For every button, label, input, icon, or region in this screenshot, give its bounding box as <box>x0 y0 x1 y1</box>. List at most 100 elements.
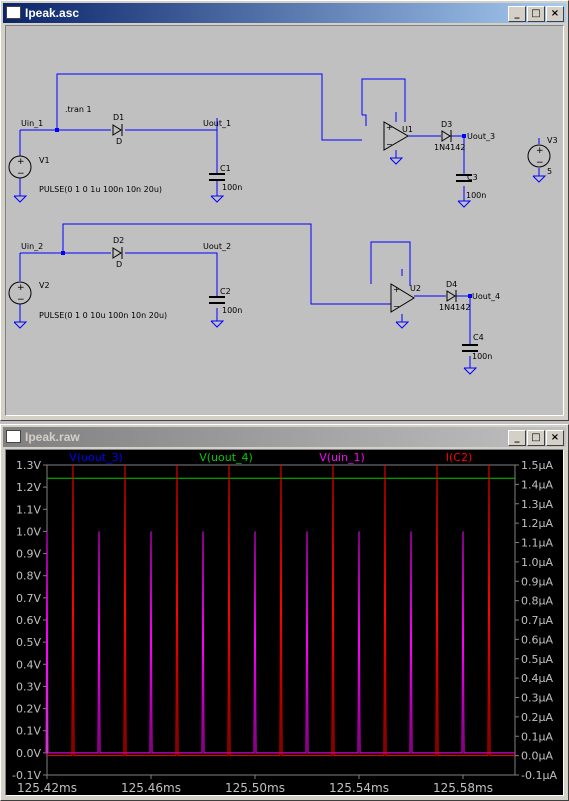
net-label-uout2: Uout_2 <box>203 242 231 251</box>
junction-dot <box>61 251 65 255</box>
left-tick-label: 0.2V <box>16 703 41 716</box>
maximize-button[interactable]: □ <box>527 430 545 446</box>
left-tick-label: 1.1V <box>16 503 41 516</box>
right-tick-label: 0.9µA <box>521 575 553 588</box>
label-d4: D4 <box>446 280 457 289</box>
label-d1: D1 <box>113 113 124 122</box>
waveform-plot-area[interactable]: V(uout_3) V(uout_4) V(uin_1) I(C2) 1.3V 1.2V 1… <box>5 449 564 796</box>
x-tick-label: 125.42ms <box>17 781 77 795</box>
capacitor-c4[interactable] <box>462 344 478 352</box>
net-label-uout4: Uout_4 <box>472 292 500 301</box>
ground-symbol <box>210 195 225 203</box>
trace-label: I(C2) <box>446 451 473 464</box>
waveform-file-icon <box>6 430 21 443</box>
left-tick-label: 0.8V <box>16 570 41 583</box>
junction-dot <box>462 134 466 138</box>
ground-symbol <box>532 175 547 183</box>
tran-directive[interactable]: .tran 1 <box>65 105 92 114</box>
trace-label: V(uout_3) <box>69 451 123 464</box>
wire <box>451 135 465 174</box>
net-label-uout3: Uout_3 <box>467 132 495 141</box>
schematic-file-icon <box>6 6 21 19</box>
label-v3: V3 <box>547 136 558 145</box>
waveform-title: Ipeak.raw <box>25 430 80 444</box>
right-tick-label: 0.2µA <box>521 711 553 724</box>
label-d4-model: 1N4142 <box>439 303 470 312</box>
x-tick-label: 125.58ms <box>433 781 493 795</box>
right-tick-label: 0.4µA <box>521 672 553 685</box>
right-tick-label: 1.0µA <box>521 556 553 569</box>
right-tick-label: 0.1µA <box>521 730 553 743</box>
label-pulse2: PULSE(0 1 0 10u 100n 10n 20u) <box>39 311 167 320</box>
close-button[interactable]: × <box>546 430 564 446</box>
schematic-window: Ipeak.asc _ □ × + − + − + − + − + − Uin_… <box>0 0 569 421</box>
diode-d1[interactable] <box>112 124 123 136</box>
waveform-chart: V(uout_3) V(uout_4) V(uin_1) I(C2) 1.3V 1.2V 1… <box>12 451 557 795</box>
junction-dot <box>55 128 59 132</box>
diode-d4[interactable] <box>446 290 457 302</box>
right-tick-label: 0.6µA <box>521 633 553 646</box>
schematic-titlebar[interactable]: Ipeak.asc _ □ × <box>3 3 566 23</box>
svg-text:−: − <box>393 302 400 311</box>
net-label-uin2: Uin_2 <box>21 242 43 251</box>
minimize-button[interactable]: _ <box>508 6 526 22</box>
ground-symbol <box>13 321 28 329</box>
schematic-svg: +− +− +− +− +− Uin_1 Uout_1 .tran 1 D1 D… <box>8 73 558 375</box>
wire <box>370 241 411 286</box>
close-button[interactable]: × <box>546 6 564 22</box>
left-tick-label: 1.3V <box>16 459 41 472</box>
schematic-title: Ipeak.asc <box>25 6 80 20</box>
right-tick-label: 0.7µA <box>521 614 553 627</box>
voltage-source-v1[interactable]: +− <box>8 155 32 179</box>
left-tick-label: 0.9V <box>16 548 41 561</box>
right-tick-label: 1.5µA <box>521 459 553 472</box>
x-tick-label: 125.46ms <box>121 781 181 795</box>
capacitor-c1[interactable] <box>209 173 225 181</box>
diode-d3[interactable] <box>441 130 452 142</box>
voltage-source-v3[interactable]: +− <box>527 144 551 168</box>
right-tick-label: 1.1µA <box>521 537 553 550</box>
trace-label: V(uout_4) <box>199 451 253 464</box>
left-tick-label: 0.6V <box>16 614 41 627</box>
label-pulse1: PULSE(0 1 0 1u 100n 10n 20u) <box>39 185 162 194</box>
ground-symbol <box>463 367 478 375</box>
label-c2-value: 100n <box>222 306 242 315</box>
waveform-titlebar[interactable]: Ipeak.raw _ □ × <box>3 427 566 447</box>
label-d3-model: 1N4142 <box>434 143 465 152</box>
diode-d2[interactable] <box>112 247 123 259</box>
label-v1: V1 <box>39 156 50 165</box>
svg-text:−: − <box>17 295 25 305</box>
voltage-source-v2[interactable]: +− <box>8 281 32 305</box>
label-u1: U1 <box>402 125 413 134</box>
maximize-button[interactable]: □ <box>527 6 545 22</box>
left-tick-label: 1.2V <box>16 481 41 494</box>
label-v2: V2 <box>39 281 50 290</box>
svg-text:+: + <box>386 123 393 132</box>
right-tick-label: 1.3µA <box>521 498 553 511</box>
label-d2-model: D <box>116 260 122 269</box>
x-tick-label: 125.50ms <box>225 781 285 795</box>
ground-symbol <box>457 200 472 208</box>
right-tick-label: 1.2µA <box>521 517 553 530</box>
svg-text:+: + <box>17 157 25 167</box>
schematic-canvas[interactable]: + − + − + − + − + − Uin_1 Uout_1 .tran 1… <box>5 25 564 416</box>
label-u2: U2 <box>410 284 421 293</box>
label-c1: C1 <box>220 164 231 173</box>
minimize-button[interactable]: _ <box>508 430 526 446</box>
net-label-uin1: Uin_1 <box>21 119 43 128</box>
wire <box>125 129 218 174</box>
ground-symbol <box>395 321 410 329</box>
right-tick-label: 1.4µA <box>521 478 553 491</box>
right-tick-label: 0.8µA <box>521 595 553 608</box>
left-tick-label: 0.4V <box>16 658 41 671</box>
left-tick-label: 0.1V <box>16 725 41 738</box>
capacitor-c2[interactable] <box>209 296 225 304</box>
series-pulse-train <box>47 464 515 757</box>
label-c1-value: 100n <box>222 183 242 192</box>
svg-text:−: − <box>386 140 393 149</box>
left-tick-label: 0.0V <box>16 747 41 760</box>
svg-text:−: − <box>536 158 544 168</box>
ground-symbol <box>13 195 28 203</box>
net-label-uout1: Uout_1 <box>203 119 231 128</box>
right-tick-label: 0.3µA <box>521 692 553 705</box>
